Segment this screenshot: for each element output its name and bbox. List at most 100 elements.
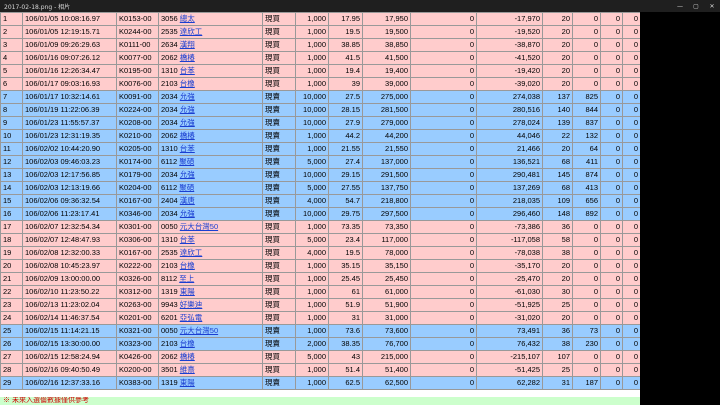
net-amount: 274,038 (476, 90, 543, 104)
extra-cell: 0 (600, 233, 623, 247)
net-amount: -17,970 (476, 12, 543, 26)
stock-cell: 6112 聚碩 (158, 181, 263, 195)
stock-name-link[interactable]: 好樂迪 (180, 300, 203, 309)
stock-name-link[interactable]: 達欣工 (180, 27, 203, 36)
stock-name-link[interactable]: 元大台灣50 (180, 222, 218, 231)
quantity: 1,000 (295, 376, 329, 390)
extra-cell: 0 (410, 51, 477, 65)
order-id: K0167-00 (116, 194, 159, 208)
tax: 0 (572, 12, 601, 26)
trade-datetime: 106/02/03 09:46:03.23 (22, 155, 117, 169)
order-id: K0323-00 (116, 337, 159, 351)
trade-type: 現買 (262, 25, 296, 39)
stock-name-link[interactable]: 達欣工 (180, 248, 203, 257)
stock-cell: 2034 允強 (158, 90, 263, 104)
stock-name-link[interactable]: 橋椿 (180, 131, 195, 140)
row-number: 11 (0, 142, 23, 156)
fee: 31 (542, 376, 573, 390)
quantity: 2,000 (295, 337, 329, 351)
extra-cell: 0 (622, 51, 640, 65)
amount: 117,000 (362, 233, 411, 247)
quantity: 1,000 (295, 220, 329, 234)
stock-cell: 2034 允強 (158, 116, 263, 130)
table-row: 1 106/01/05 10:08:16.97 K0153-00 3056 總太 現買 1… (0, 12, 640, 26)
stock-name-link[interactable]: 台橡 (180, 79, 195, 88)
stock-cell: 1319 東陽 (158, 376, 263, 390)
net-amount: 296,460 (476, 207, 543, 221)
net-amount: -41,520 (476, 51, 543, 65)
stock-name-link[interactable]: 允強 (180, 209, 195, 218)
extra-cell: 0 (622, 337, 640, 351)
trade-datetime: 106/02/13 11:23:02.04 (22, 298, 117, 312)
extra-cell: 0 (600, 25, 623, 39)
stock-name-link[interactable]: 橋椿 (180, 352, 195, 361)
stock-name-link[interactable]: 東陽 (180, 378, 195, 387)
stock-name-link[interactable]: 東陽 (180, 287, 195, 296)
stock-code: 2535 (161, 27, 178, 36)
net-amount: 218,035 (476, 194, 543, 208)
stock-code: 0050 (161, 222, 178, 231)
stock-name-link[interactable]: 台苯 (180, 235, 195, 244)
tax: 892 (572, 207, 601, 221)
order-id: K0204-00 (116, 181, 159, 195)
amount: 35,150 (362, 259, 411, 273)
stock-name-link[interactable]: 至上 (179, 274, 194, 283)
quantity: 1,000 (295, 12, 329, 26)
net-amount: 290,481 (476, 168, 543, 182)
net-amount: 73,491 (476, 324, 543, 338)
stock-name-link[interactable]: 元大台灣50 (180, 326, 218, 335)
stock-name-link[interactable]: 漢翔 (180, 40, 195, 49)
fee: 68 (542, 155, 573, 169)
fee: 36 (542, 220, 573, 234)
row-number: 7 (0, 90, 23, 104)
trade-datetime: 106/01/09 09:26:29.63 (22, 38, 117, 52)
extra-cell: 0 (600, 38, 623, 52)
amount: 41,500 (362, 51, 411, 65)
close-icon[interactable]: ✕ (704, 0, 720, 12)
quantity: 10,000 (295, 207, 329, 221)
minimize-icon[interactable]: — (672, 0, 688, 12)
stock-name-link[interactable]: 台苯 (180, 144, 195, 153)
tax: 0 (572, 38, 601, 52)
table-row: 16 106/02/06 11:23:17.41 K0346-00 2034 允強 現賣… (0, 207, 640, 221)
net-amount: -19,420 (476, 64, 543, 78)
extra-cell: 0 (622, 246, 640, 260)
tax: 0 (572, 77, 601, 91)
amount: 44,200 (362, 129, 411, 143)
stock-name-link[interactable]: 聚碩 (179, 157, 194, 166)
tax: 230 (572, 337, 601, 351)
stock-name-link[interactable]: 亞弘電 (180, 313, 203, 322)
stock-name-link[interactable]: 總太 (180, 14, 195, 23)
stock-name-link[interactable]: 允強 (180, 105, 195, 114)
row-number: 6 (0, 77, 23, 91)
row-number: 12 (0, 155, 23, 169)
tax: 0 (572, 298, 601, 312)
stock-name-link[interactable]: 台苯 (180, 66, 195, 75)
quantity: 5,000 (295, 350, 329, 364)
stock-name-link[interactable]: 橋椿 (180, 53, 195, 62)
stock-name-link[interactable]: 台橡 (180, 339, 195, 348)
maximize-icon[interactable]: ▢ (688, 0, 704, 12)
stock-name-link[interactable]: 允強 (180, 92, 195, 101)
quantity: 1,000 (295, 324, 329, 338)
trade-type: 現買 (262, 311, 296, 325)
order-id: K0200-00 (116, 363, 159, 377)
stock-name-link[interactable]: 允強 (180, 170, 195, 179)
price: 51.9 (328, 298, 363, 312)
fee: 20 (542, 311, 573, 325)
net-amount: 62,282 (476, 376, 543, 390)
order-id: K0208-00 (116, 116, 159, 130)
net-amount: -38,870 (476, 38, 543, 52)
order-id: K0111-00 (116, 38, 159, 52)
stock-name-link[interactable]: 允強 (180, 118, 195, 127)
stock-name-link[interactable]: 漢唐 (180, 196, 195, 205)
amount: 19,400 (362, 64, 411, 78)
net-amount: 44,046 (476, 129, 543, 143)
stock-name-link[interactable]: 聚碩 (179, 183, 194, 192)
amount: 279,000 (362, 116, 411, 130)
trade-type: 現買 (262, 77, 296, 91)
stock-code: 2034 (161, 92, 178, 101)
stock-name-link[interactable]: 維熹 (180, 365, 195, 374)
stock-name-link[interactable]: 台橡 (180, 261, 195, 270)
amount: 61,000 (362, 285, 411, 299)
